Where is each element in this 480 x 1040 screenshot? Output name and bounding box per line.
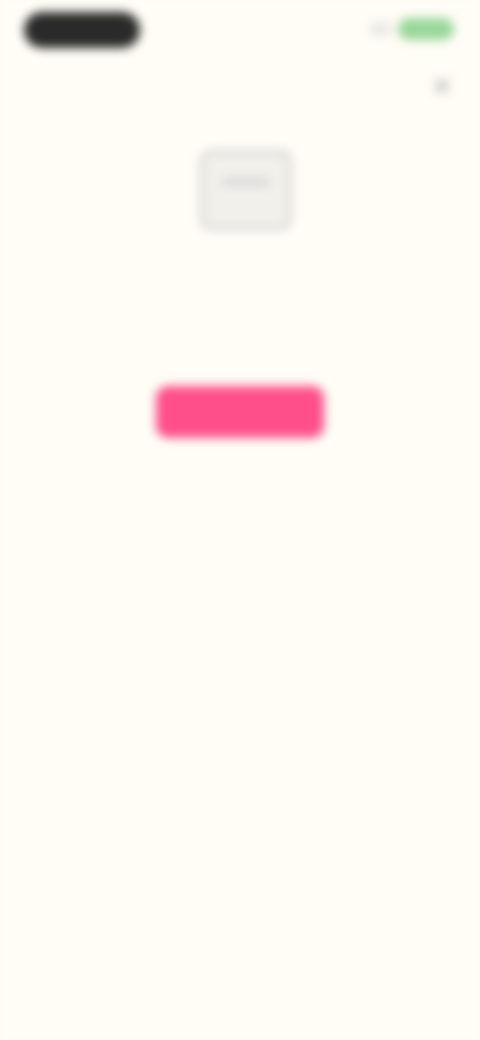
status-bar-time-pill xyxy=(24,12,140,48)
primary-action-button[interactable] xyxy=(156,386,324,438)
close-icon[interactable] xyxy=(432,76,452,96)
signal-icon xyxy=(372,22,390,36)
battery-icon xyxy=(398,18,454,40)
header xyxy=(0,64,480,112)
empty-box-icon xyxy=(200,150,292,230)
status-bar-indicators xyxy=(372,18,454,40)
app-screen xyxy=(0,0,480,1040)
